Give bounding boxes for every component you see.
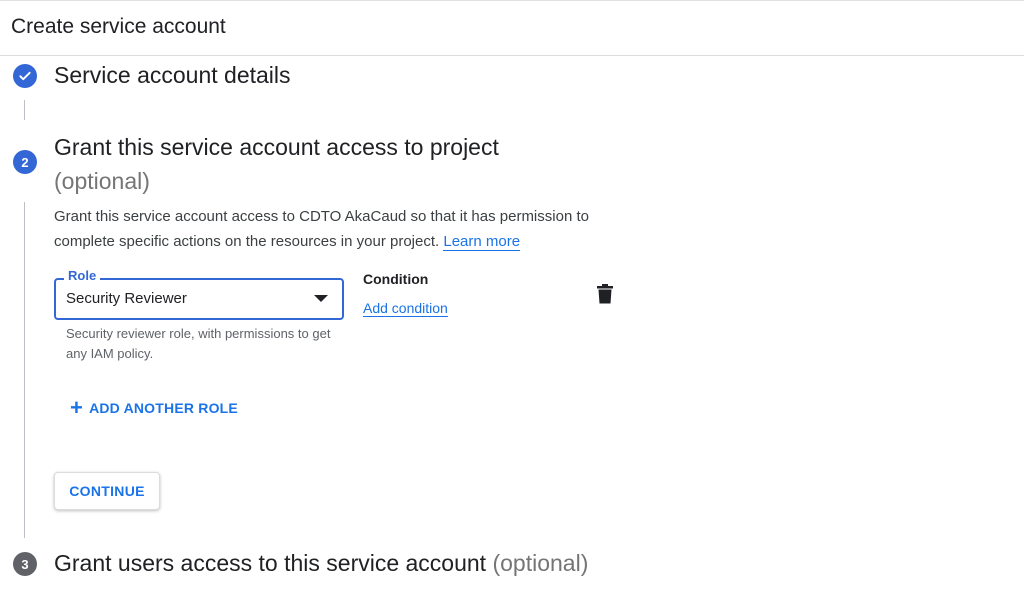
page-title: Create service account <box>11 15 226 38</box>
trash-icon[interactable] <box>596 284 614 304</box>
step-3-number: 3 <box>13 552 37 576</box>
step-2-number: 2 <box>13 150 37 174</box>
step-connector <box>24 100 25 120</box>
page-header: Create service account <box>0 0 1024 56</box>
step-1-title[interactable]: Service account details <box>54 62 291 89</box>
role-value: Security Reviewer <box>66 290 187 307</box>
add-another-role-button[interactable]: + ADD ANOTHER ROLE <box>70 395 238 420</box>
step-3-title[interactable]: Grant users access to this service accou… <box>54 550 588 577</box>
role-select[interactable]: Role Security Reviewer <box>54 268 344 320</box>
step-2-description: Grant this service account access to CDT… <box>54 204 634 254</box>
continue-button[interactable]: CONTINUE <box>54 472 160 510</box>
step-2-optional: (optional) <box>54 168 150 194</box>
add-condition-link[interactable]: Add condition <box>363 300 448 317</box>
condition-label: Condition <box>363 271 429 287</box>
role-label: Role <box>64 268 101 283</box>
step-2-title: Grant this service account access to pro… <box>54 130 499 198</box>
step-3-title-text: Grant users access to this service accou… <box>54 550 487 576</box>
learn-more-link[interactable]: Learn more <box>443 233 521 251</box>
role-hint: Security reviewer role, with permissions… <box>66 326 331 361</box>
step-1-check-icon <box>13 64 37 88</box>
step-2-title-text: Grant this service account access to pro… <box>54 134 499 160</box>
dropdown-arrow-icon <box>314 295 328 302</box>
step-connector <box>24 202 25 538</box>
step-3-optional: (optional) <box>492 550 589 576</box>
plus-icon: + <box>70 395 84 420</box>
add-another-role-label: ADD ANOTHER ROLE <box>89 400 238 416</box>
